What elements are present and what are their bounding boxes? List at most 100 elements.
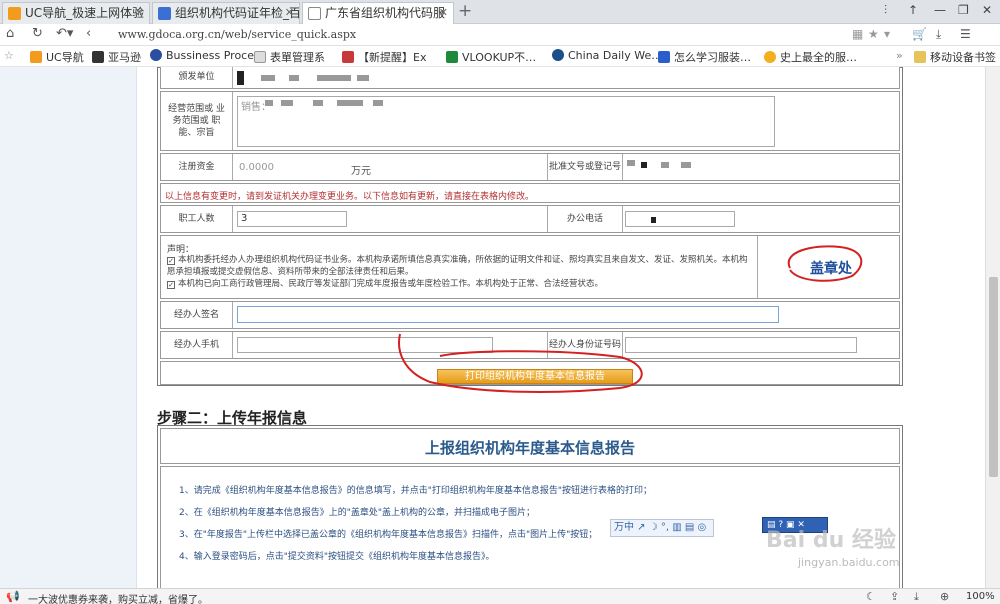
declaration-checkbox-2[interactable]: ✓ <box>167 281 175 289</box>
change-notice: 以上信息有变更时，请到发证机关办理变更业务。以下信息如有更新，请直接在表格内修改… <box>165 192 535 202</box>
redacted-value <box>641 162 647 168</box>
issuer-label: 颁发单位 <box>161 67 233 88</box>
notice-row: 以上信息有变更时，请到发证机关办理变更业务。以下信息如有更新，请直接在表格内修改… <box>160 183 900 203</box>
ime-toolbar[interactable]: 万中 ↗ ☽ °, ▥ ▤ ◎ <box>610 519 714 537</box>
redacted-value <box>373 100 383 106</box>
agent-phone-label: 经办人手机 <box>161 332 233 358</box>
download-status-icon[interactable]: ⤓ <box>914 590 919 604</box>
bookmark-excel-reminder[interactable]: 【新提醒】Ex <box>342 49 426 65</box>
uc-favicon-icon <box>8 7 21 20</box>
scope-label: 经营范围或 业务范围或 职能、宗旨 <box>161 92 233 150</box>
extension-icon[interactable]: ▦ <box>852 27 863 41</box>
employees-input[interactable]: 3 <box>237 211 347 227</box>
redacted-value <box>281 100 293 106</box>
dropdown-icon[interactable]: ▾ <box>884 27 890 41</box>
night-mode-icon[interactable]: ☾ <box>866 590 876 603</box>
bookmark-amazon[interactable]: 亚马逊 <box>92 49 141 65</box>
bookmark-fashion-learn[interactable]: 怎么学习服装… <box>658 49 751 65</box>
close-icon[interactable]: ✕ <box>135 3 144 23</box>
paw-favicon-icon <box>158 7 171 20</box>
bookmark-vlookup[interactable]: VLOOKUP不… <box>446 49 536 65</box>
home-icon[interactable]: ⌂ <box>6 26 14 41</box>
close-icon[interactable]: ✕ <box>439 3 448 23</box>
phone-input[interactable] <box>625 211 735 227</box>
url-field[interactable]: www.gdoca.org.cn/web/service_quick.aspx <box>118 28 356 41</box>
bookmarks-bar: ☆ UC导航 亚马逊 Bussiness Proce 表單管理系 【新提醒】Ex… <box>0 46 1000 67</box>
window-close-icon[interactable]: ✕ <box>982 3 992 17</box>
declaration-item-1: ✓ 本机构委托经办人办理组织机构代码证书业务。本机构承诺所填信息真实准确，所依据的… <box>167 255 748 277</box>
tab-bar: UC导航_极速上网体验 ✕ 组织机构代码证年检_百 ✕ 广东省组织机构代码服 ✕… <box>0 0 1000 24</box>
baidu-icon <box>658 51 670 63</box>
cart-icon[interactable]: 🛒 <box>912 27 927 41</box>
approval-label: 批准文号或登记号 <box>547 154 623 180</box>
back-dropdown-icon[interactable]: ↶▾ <box>56 26 73 41</box>
scrollbar-thumb[interactable] <box>989 277 998 477</box>
close-icon[interactable]: ✕ <box>285 3 294 23</box>
globe-icon <box>150 49 162 61</box>
redacted-value <box>651 217 656 223</box>
vertical-scrollbar[interactable] <box>985 67 1000 588</box>
print-report-button[interactable]: 打印组织机构年度基本信息报告 <box>437 369 633 384</box>
download-icon[interactable]: ⤓ <box>936 27 941 42</box>
star-icon[interactable]: ★ <box>868 27 879 41</box>
bookmark-fashion-all[interactable]: 史上最全的服… <box>764 49 857 65</box>
agent-sign-label: 经办人签名 <box>161 302 233 328</box>
redacted-value <box>681 162 691 168</box>
tab-gdoca[interactable]: 广东省组织机构代码服 ✕ <box>302 2 454 24</box>
tab-uc-nav[interactable]: UC导航_极速上网体验 ✕ <box>2 2 150 24</box>
mobile-bookmarks[interactable]: 移动设备书签 <box>914 49 996 65</box>
emoji-icon <box>764 51 776 63</box>
menu-icon[interactable]: ☰ <box>960 27 971 41</box>
bookmark-form-system[interactable]: 表單管理系 <box>254 49 325 65</box>
pin-icon[interactable]: ↑ <box>908 3 918 17</box>
reader-icon[interactable]: ⫶ <box>884 3 887 18</box>
bookmark-uc[interactable]: UC导航 <box>30 49 84 65</box>
minimize-icon[interactable]: — <box>934 3 946 17</box>
redacted-value <box>289 75 299 81</box>
new-tab-button[interactable]: + <box>458 1 472 21</box>
agent-sign-input[interactable] <box>237 306 779 323</box>
report-header: 上报组织机构年度基本信息报告 <box>160 428 900 464</box>
bookmark-star-icon[interactable]: ☆ <box>4 49 14 62</box>
agent-phone-input[interactable] <box>237 337 493 353</box>
agent-sign-row: 经办人签名 <box>160 301 900 329</box>
redacted-value <box>357 75 369 81</box>
redacted-value <box>265 100 273 106</box>
print-row: 打印组织机构年度基本信息报告 <box>160 361 900 385</box>
speaker-icon[interactable]: 📢 <box>6 590 20 603</box>
declaration-checkbox-1[interactable]: ✓ <box>167 257 175 265</box>
tab-title: UC导航_极速上网体验 <box>25 6 145 20</box>
zoom-icon[interactable]: ⊕ <box>940 590 949 603</box>
tab-baidu-search[interactable]: 组织机构代码证年检_百 ✕ <box>152 2 300 24</box>
redacted-value <box>317 75 351 81</box>
bookmark-china-daily[interactable]: China Daily We… <box>552 49 662 62</box>
issuer-row: 颁发单位 <box>160 67 900 89</box>
employees-row: 职工人数 3 办公电话 <box>160 205 900 233</box>
agent-id-input[interactable] <box>625 337 857 353</box>
back-icon[interactable]: ‹ <box>86 26 91 41</box>
page-left-margin <box>0 67 137 588</box>
report-title: 上报组织机构年度基本信息报告 <box>424 439 635 457</box>
capital-row: 注册资金 0.0000 万元 批准文号或登记号 <box>160 153 900 181</box>
zoom-level[interactable]: 100% <box>966 591 995 602</box>
folder-icon <box>914 51 926 63</box>
seal-cell: 盖章处 <box>757 236 901 298</box>
instruction-item: 1、请完成《组织机构年度基本信息报告》的信息填写，并点击"打印组织机构年度基本信… <box>179 486 653 496</box>
agent-id-label: 经办人身份证号码 <box>547 332 623 358</box>
bookmark-business-process[interactable]: Bussiness Proce <box>150 49 254 62</box>
instruction-item: 2、在《组织机构年度基本信息报告》上的"盖章处"盖上机构的公章，并扫描成电子图片… <box>179 508 536 518</box>
redacted-value <box>313 100 323 106</box>
china-daily-icon <box>552 49 564 61</box>
share-icon[interactable]: ⇪ <box>890 590 899 603</box>
refresh-icon[interactable]: ↻ <box>32 26 43 41</box>
promo-link[interactable]: 一大波优惠券来袭，购买立减，省爆了。 <box>28 591 208 604</box>
seal-label: 盖章处 <box>810 261 852 277</box>
org-info-form: 颁发单位 经营范围或 业务范围或 职能、宗旨 销售： 注册资金 0.0000 万… <box>157 67 903 386</box>
excel-icon <box>446 51 458 63</box>
baidu-watermark-url: jingyan.baidu.com <box>798 556 900 569</box>
capital-value: 0.0000 <box>239 162 274 173</box>
redacted-value <box>661 162 669 168</box>
more-bookmarks-icon[interactable]: » <box>896 49 903 62</box>
maximize-icon[interactable]: ❐ <box>958 3 969 17</box>
employees-label: 职工人数 <box>161 206 233 232</box>
